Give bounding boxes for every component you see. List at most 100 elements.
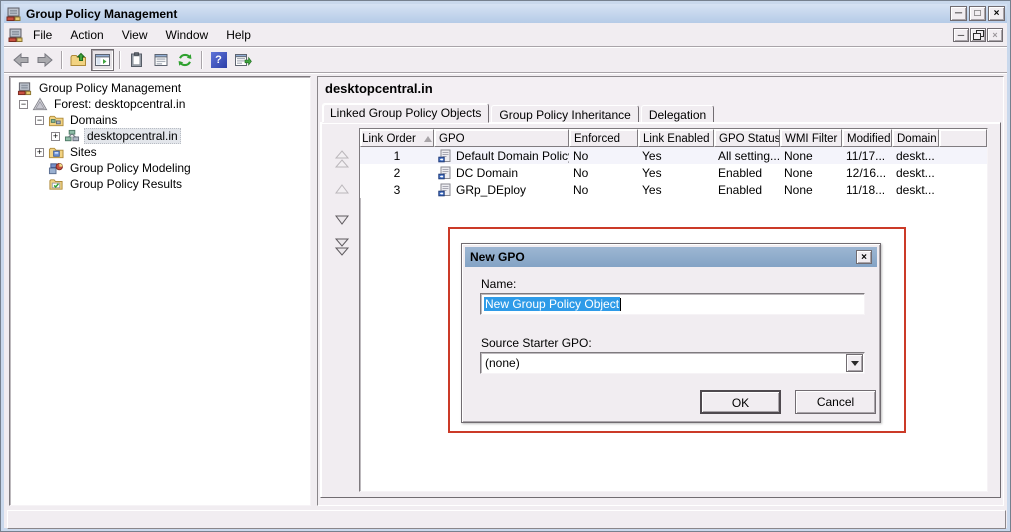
move-top-button[interactable]: [332, 149, 352, 171]
refresh-button[interactable]: [173, 49, 196, 71]
dropdown-button[interactable]: [846, 354, 863, 372]
cell-domain: deskt...: [892, 183, 939, 197]
move-bottom-button[interactable]: [332, 237, 352, 259]
restore-icon: [973, 30, 983, 39]
console-tree-pane: Group Policy Management − Forest: deskto…: [9, 76, 311, 506]
selected-option: (none): [485, 356, 520, 370]
cell-link-order: 1: [360, 149, 434, 163]
show-console-tree-icon: [94, 52, 111, 68]
menu-file[interactable]: File: [24, 25, 61, 45]
toolbar: ?: [4, 47, 1007, 73]
collapse-icon[interactable]: −: [35, 116, 44, 125]
tree-item-label: Domains: [68, 113, 119, 127]
column-header-wmi-filter[interactable]: WMI Filter: [780, 129, 842, 147]
close-button[interactable]: ×: [988, 6, 1005, 21]
tree-item-label: Group Policy Management: [37, 81, 183, 95]
column-header-link-enabled[interactable]: Link Enabled: [638, 129, 714, 147]
domain-icon: [64, 129, 80, 144]
child-close-button[interactable]: ×: [987, 28, 1003, 42]
dialog-close-button[interactable]: ×: [856, 250, 872, 264]
gpmc-app-icon: [6, 6, 22, 22]
collapse-icon[interactable]: −: [19, 100, 28, 109]
gp-modeling-icon: [48, 161, 64, 176]
menu-action[interactable]: Action: [61, 25, 112, 45]
gpo-icon: [438, 183, 452, 197]
tree-item-label: Group Policy Results: [68, 177, 184, 191]
window-titlebar[interactable]: Group Policy Management ─ □ ×: [4, 4, 1007, 23]
up-one-level-button[interactable]: [67, 49, 90, 71]
tab-gp-inheritance[interactable]: Group Policy Inheritance: [491, 105, 638, 123]
properties-icon: [153, 52, 169, 68]
dialog-title: New GPO: [470, 250, 856, 264]
cell-enforced: No: [569, 183, 638, 197]
maximize-button[interactable]: □: [969, 6, 986, 21]
list-header: Link Order GPO Enforced Link Enabled GPO…: [360, 129, 987, 147]
column-header-link-order[interactable]: Link Order: [360, 129, 434, 147]
move-down-button[interactable]: [332, 209, 352, 231]
cancel-button[interactable]: Cancel: [795, 390, 876, 414]
column-header-gpo[interactable]: GPO: [434, 129, 569, 147]
gpo-icon: [438, 149, 452, 163]
column-header-gpo-status[interactable]: GPO Status: [714, 129, 780, 147]
cell-link-enabled: Yes: [638, 183, 714, 197]
expand-icon[interactable]: +: [51, 132, 60, 141]
toolbar-separator: [61, 51, 63, 69]
forward-button[interactable]: [33, 49, 56, 71]
cell-domain: deskt...: [892, 166, 939, 180]
help-button[interactable]: ?: [207, 49, 230, 71]
menu-view[interactable]: View: [113, 25, 157, 45]
chevron-down-icon: [851, 361, 859, 366]
tree-item-domains[interactable]: − Domains: [11, 112, 309, 128]
column-header-domain[interactable]: Domain: [892, 129, 939, 147]
minimize-button[interactable]: ─: [950, 6, 967, 21]
dialog-titlebar[interactable]: New GPO ×: [465, 247, 877, 267]
tab-linked-gpos[interactable]: Linked Group Policy Objects: [322, 103, 489, 123]
cell-gpo-status: Enabled: [714, 183, 780, 197]
tree-item-gpmc-root[interactable]: Group Policy Management: [11, 80, 309, 96]
sites-folder-icon: [48, 145, 64, 160]
cell-modified: 12/16...: [842, 166, 892, 180]
tree-item-sites[interactable]: + Sites: [11, 144, 309, 160]
tab-delegation[interactable]: Delegation: [641, 105, 714, 123]
show-console-tree-button[interactable]: [91, 49, 114, 71]
cell-wmi-filter: None: [780, 149, 842, 163]
back-button[interactable]: [9, 49, 32, 71]
clipboard-button[interactable]: [125, 49, 148, 71]
toolbar-separator: [119, 51, 121, 69]
column-header-modified[interactable]: Modified: [842, 129, 892, 147]
export-list-button[interactable]: [231, 49, 254, 71]
sort-ascending-icon: [424, 136, 432, 142]
cell-modified: 11/17...: [842, 149, 892, 163]
move-down-icon: [334, 214, 350, 226]
move-up-button[interactable]: [332, 179, 352, 201]
gpmc-window: Group Policy Management ─ □ × File Actio…: [0, 0, 1011, 532]
properties-button[interactable]: [149, 49, 172, 71]
cell-domain: deskt...: [892, 149, 939, 163]
gpo-name-input[interactable]: New Group Policy Object: [480, 293, 865, 315]
up-one-level-icon: [70, 52, 87, 68]
cell-link-order: 3: [360, 183, 434, 197]
child-minimize-button[interactable]: ─: [953, 28, 969, 42]
cell-gpo: GRp_DEploy: [434, 183, 569, 197]
export-list-icon: [234, 52, 252, 68]
tree-item-desktopcentral[interactable]: + desktopcentral.in: [11, 128, 309, 144]
child-restore-button[interactable]: [970, 28, 986, 42]
tree-item-forest[interactable]: − Forest: desktopcentral.in: [11, 96, 309, 112]
ok-button[interactable]: OK: [700, 390, 781, 414]
column-header-filler: [939, 129, 987, 147]
source-starter-gpo-select[interactable]: (none): [480, 352, 865, 374]
tree-item-gp-results[interactable]: Group Policy Results: [11, 176, 309, 192]
tree-item-label: Group Policy Modeling: [68, 161, 193, 175]
cell-wmi-filter: None: [780, 183, 842, 197]
menu-window[interactable]: Window: [157, 25, 218, 45]
tree-item-label: desktopcentral.in: [84, 128, 181, 144]
table-row[interactable]: 2 DC Domain No Yes E: [360, 164, 987, 181]
table-row[interactable]: 3 GRp_DEploy No Yes: [360, 181, 987, 198]
table-row[interactable]: 1 Default Domain Policy No Yes: [360, 147, 987, 164]
expand-icon[interactable]: +: [35, 148, 44, 157]
domains-folder-icon: [48, 113, 64, 128]
column-header-enforced[interactable]: Enforced: [569, 129, 638, 147]
cell-gpo-status: All setting...: [714, 149, 780, 163]
menu-help[interactable]: Help: [217, 25, 260, 45]
tree-item-gp-modeling[interactable]: Group Policy Modeling: [11, 160, 309, 176]
